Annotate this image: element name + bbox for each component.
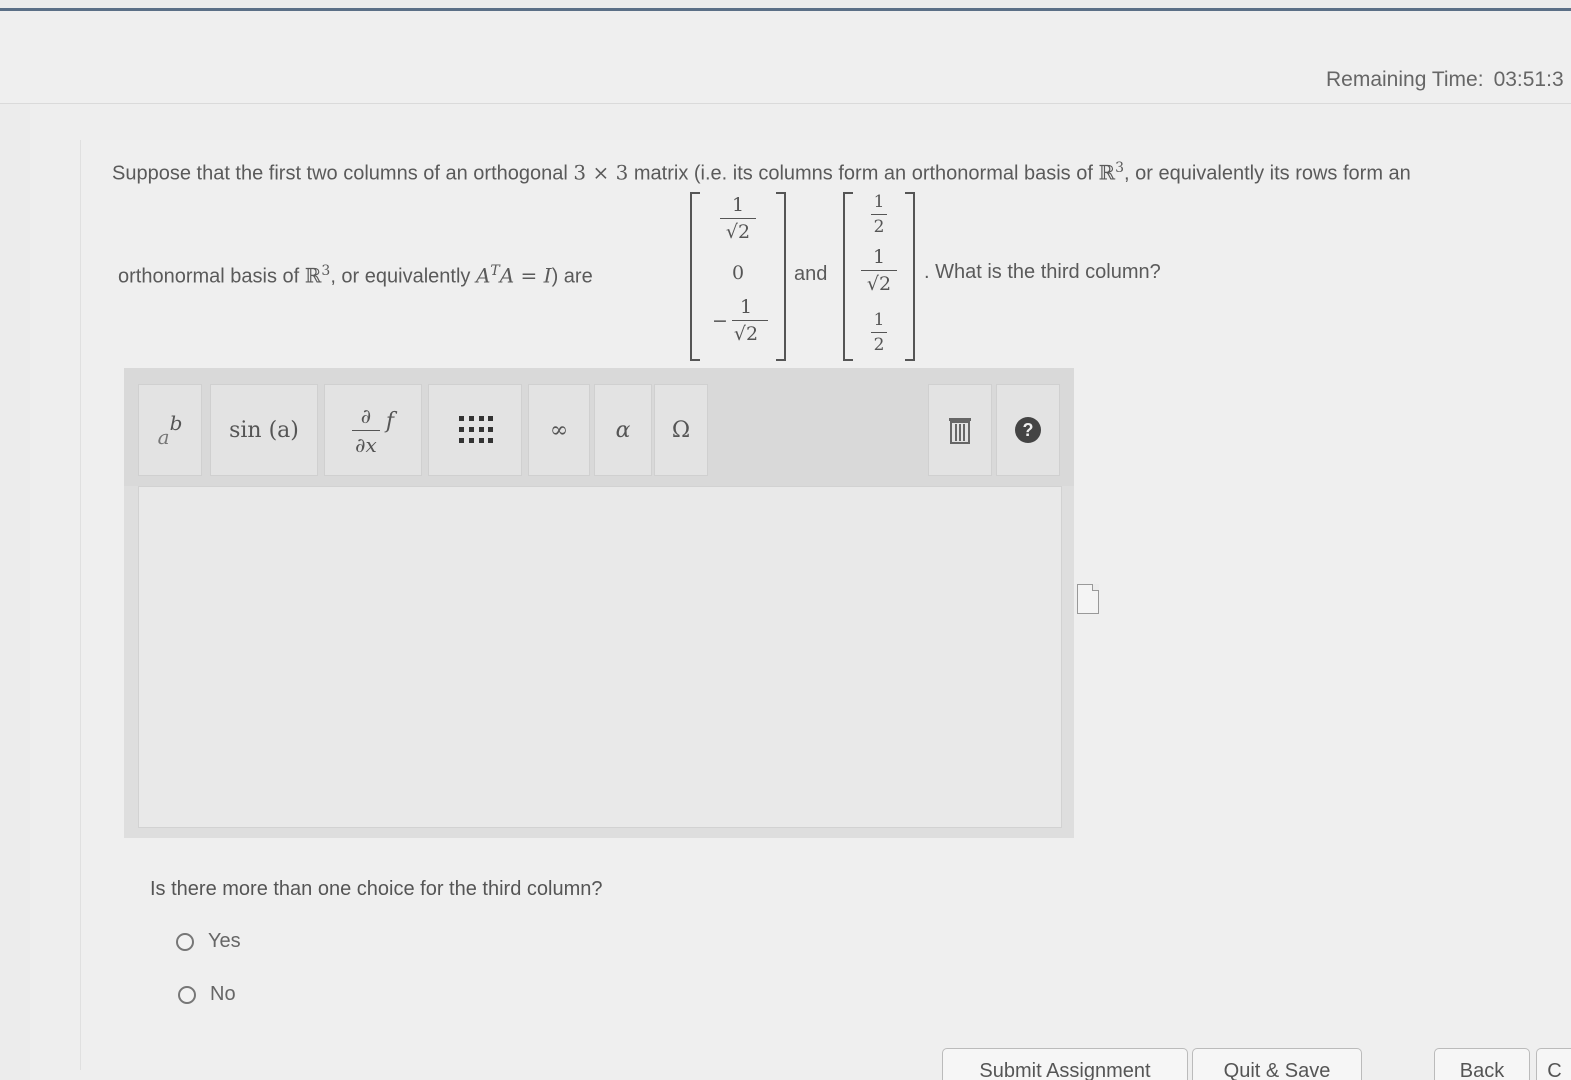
fraction-bar xyxy=(720,218,756,219)
entry-2: 0 xyxy=(731,262,745,284)
denominator: 2 xyxy=(873,335,885,355)
matrix-grid-icon xyxy=(459,416,493,443)
timer-value: 03:51:3 xyxy=(1493,68,1564,91)
column-vector-1: 1 √2 0 − 1 √2 xyxy=(690,192,786,361)
remaining-time: Remaining Time: 03:51:3 xyxy=(1326,68,1564,92)
answer-input[interactable] xyxy=(138,486,1062,828)
identity-equation: A = I xyxy=(499,263,552,288)
sin-button[interactable]: sin (a) xyxy=(210,384,318,476)
and-word: and xyxy=(794,263,828,285)
submit-assignment-button[interactable]: Submit Assignment xyxy=(942,1048,1188,1080)
numerator: 1 xyxy=(873,310,885,330)
help-icon: ? xyxy=(1015,417,1041,443)
power-button[interactable]: ab xyxy=(138,384,202,476)
real-space-exponent: 3 xyxy=(1115,160,1125,176)
entry-2: 1 √2 xyxy=(843,246,915,295)
matrix-button[interactable] xyxy=(428,384,522,476)
question-line-1: Suppose that the first two columns of an… xyxy=(112,160,1411,186)
fraction-bar xyxy=(861,270,897,271)
quit-save-button[interactable]: Quit & Save xyxy=(1192,1048,1362,1080)
delete-button[interactable] xyxy=(928,384,992,476)
matrix-symbol: A xyxy=(475,263,491,288)
radio-yes[interactable] xyxy=(176,932,194,951)
infinity-button[interactable]: ∞ xyxy=(528,384,590,476)
math-editor: ab sin (a) ∂ ∂x f ∞ α Ω ? xyxy=(124,368,1074,838)
question-line-2: orthonormal basis of ℝ3, or equivalently… xyxy=(118,263,593,289)
fraction-bar xyxy=(871,332,887,333)
option-no[interactable]: No xyxy=(178,983,236,1006)
question-text: orthonormal basis of xyxy=(118,265,305,288)
transpose-symbol: T xyxy=(490,263,500,279)
real-space: ℝ xyxy=(1098,160,1116,185)
numerator: 1 xyxy=(872,246,886,268)
special-chars-button[interactable]: Ω xyxy=(654,384,708,476)
option-yes-label: Yes xyxy=(208,930,241,952)
real-space: ℝ xyxy=(304,263,322,288)
question-text: Suppose that the first two columns of an… xyxy=(112,162,574,185)
question-text: matrix (i.e. its columns form an orthono… xyxy=(628,162,1099,185)
alpha-icon: α xyxy=(615,417,631,443)
derivative-button[interactable]: ∂ ∂x f xyxy=(324,384,422,476)
page: Remaining Time: 03:51:3 Suppose that the … xyxy=(0,0,1571,1080)
omega-icon: Ω xyxy=(671,417,691,443)
question-text: , or equivalently its rows form an xyxy=(1124,162,1411,185)
help-button[interactable]: ? xyxy=(996,384,1060,476)
numerator: 1 xyxy=(739,296,753,318)
document-icon[interactable] xyxy=(1077,584,1099,614)
fraction-bar xyxy=(732,320,768,321)
derivative-denominator: ∂x xyxy=(355,432,377,457)
real-space-exponent: 3 xyxy=(321,263,331,279)
timer-label: Remaining Time: xyxy=(1326,68,1484,91)
question-text: , or equivalently xyxy=(330,265,476,288)
sin-label: sin (a) xyxy=(229,417,299,443)
power-base: a xyxy=(157,425,170,449)
option-no-label: No xyxy=(210,983,236,1005)
radio-no[interactable] xyxy=(178,985,196,1004)
column-vector-2: 1 2 1 √2 1 2 xyxy=(843,192,915,361)
continue-button[interactable]: C xyxy=(1536,1048,1571,1080)
derivative-function: f xyxy=(385,408,395,434)
infinity-icon: ∞ xyxy=(549,417,569,443)
greek-alpha-button[interactable]: α xyxy=(594,384,652,476)
matrix-dims: 3 × 3 xyxy=(573,160,629,185)
entry-1: 1 √2 xyxy=(690,194,786,243)
numerator: 1 xyxy=(731,194,745,216)
denominator: √2 xyxy=(725,221,751,243)
denominator: √2 xyxy=(866,273,892,295)
power-exponent: b xyxy=(169,411,183,435)
back-button[interactable]: Back xyxy=(1434,1048,1530,1080)
entry-3: 1 2 xyxy=(843,310,915,355)
denominator: √2 xyxy=(733,323,759,345)
math-toolbar: ab sin (a) ∂ ∂x f ∞ α Ω ? xyxy=(124,368,1074,486)
trash-icon xyxy=(949,418,971,444)
derivative-fraction: ∂ ∂x xyxy=(351,403,380,457)
entry-3: − 1 √2 xyxy=(690,296,786,345)
numerator: 1 xyxy=(873,192,885,212)
entry-1: 1 2 xyxy=(843,192,915,237)
question-2-text: Is there more than one choice for the th… xyxy=(150,878,603,900)
question-text: ) are xyxy=(551,265,593,288)
fraction-bar xyxy=(351,429,380,431)
fraction-bar xyxy=(871,214,887,215)
question-tail: . What is the third column? xyxy=(924,261,1161,283)
option-yes[interactable]: Yes xyxy=(176,930,241,953)
minus-sign: − xyxy=(712,310,728,332)
derivative-numerator: ∂ xyxy=(360,403,372,428)
denominator: 2 xyxy=(873,217,885,237)
